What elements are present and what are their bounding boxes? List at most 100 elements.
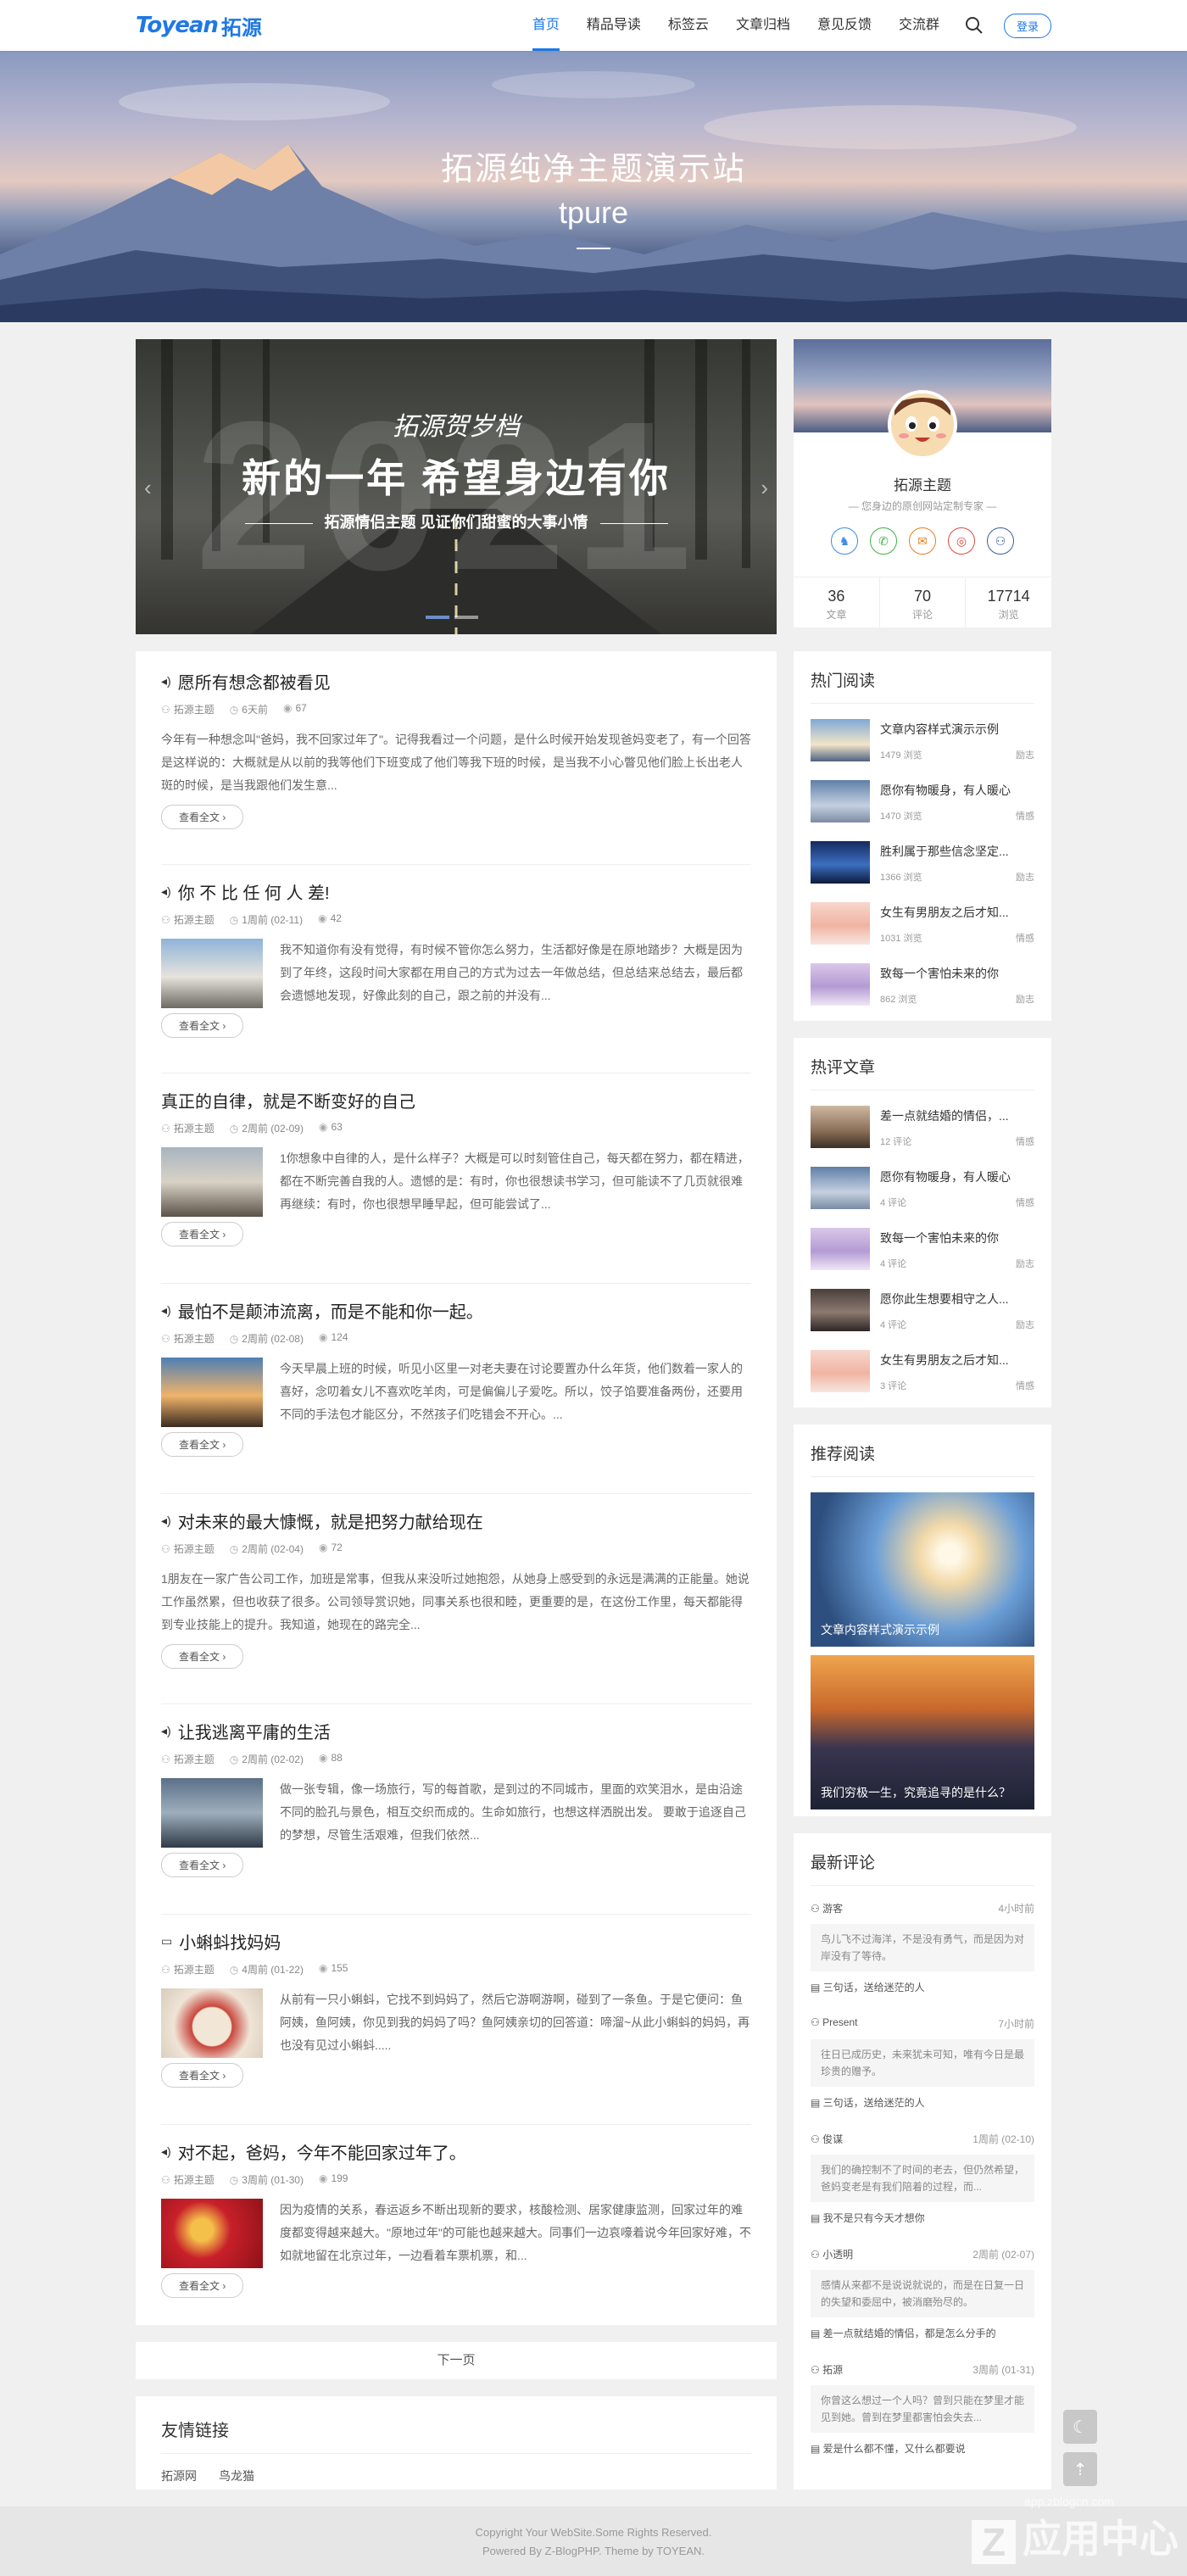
list-item[interactable]: 差一点就结婚的情侣，... 12 评论 情感 (811, 1106, 1034, 1151)
post-views: ◉ 88 (318, 1752, 343, 1764)
post-thumbnail[interactable] (161, 1988, 263, 2058)
comment-post[interactable]: 爱是什么都不懂，又什么都要说 (823, 2443, 966, 2455)
search-icon[interactable] (965, 16, 984, 35)
friend-link[interactable]: 鸟龙猫 (219, 2467, 254, 2484)
recommend-card[interactable]: 文章内容样式演示示例 (811, 1492, 1034, 1647)
friend-link[interactable]: 拓源网 (161, 2467, 197, 2484)
post-icon: ▤ (811, 2443, 823, 2455)
post-excerpt: 从前有一只小蝌蚪，它找不到妈妈了，然后它游啊游啊，碰到了一条鱼。于是它便问：鱼阿… (280, 1993, 750, 2052)
video-icon: ▭ (161, 1933, 173, 1948)
stat-views: 17714 浏览 (987, 588, 1030, 621)
post-thumbnail[interactable] (161, 2199, 263, 2268)
recommend-card[interactable]: 我们穷极一生，究竟追寻的是什么？ (811, 1655, 1034, 1809)
header: Toyean 拓源 首页 精品导读 标签云 文章归档 意见反馈 交流群 登录 (0, 0, 1187, 51)
user-icon: ⚇ (811, 2016, 823, 2028)
list-item[interactable]: 女生有男朋友之后才知... 1031 浏览 情感 (811, 902, 1034, 948)
read-more-button[interactable]: 查看全文 › (161, 805, 244, 829)
item-thumbnail (811, 1289, 870, 1331)
read-more-button[interactable]: 查看全文 › (161, 1644, 244, 1669)
watermark: Zapp.zblogcn.com 应用中心 (972, 2495, 1179, 2564)
post-views: ◉ 124 (318, 1331, 348, 1343)
post-title[interactable]: 对未来的最大慷慨，就是把努力献给现在 (178, 1508, 483, 1533)
next-arrow-icon[interactable]: › (761, 475, 768, 501)
list-item[interactable]: 愿你此生想要相守之人... 4 评论 励志 (811, 1289, 1034, 1335)
comment-text[interactable]: 感情从来都不是说说就说的，而是在日复一日的失望和委屈中，被消磨殆尽的。 (811, 2270, 1034, 2317)
qq-icon[interactable]: ♞ (831, 527, 858, 555)
prev-arrow-icon[interactable]: ‹ (144, 475, 152, 501)
dark-mode-icon[interactable]: ☾ (1063, 2410, 1097, 2444)
avatar[interactable] (888, 390, 957, 460)
comment-text[interactable]: 往日已成历史，未来犹未可知，唯有今日是最珍贵的赠予。 (811, 2039, 1034, 2087)
comment-user: ⚇ 拓源 (811, 2364, 844, 2376)
list-item[interactable]: 致每一个害怕未来的你 4 评论 励志 (811, 1228, 1034, 1274)
post-author: ⚇ 拓源主题 (161, 1964, 215, 1976)
post-title[interactable]: 愿所有想念都被看见 (178, 669, 331, 694)
post-title[interactable]: 真正的自律，就是不断变好的自己 (161, 1088, 415, 1112)
wechat-icon[interactable]: ✆ (870, 527, 897, 555)
item-thumbnail (811, 719, 870, 761)
weibo-icon[interactable]: ◎ (948, 527, 975, 555)
read-more-button[interactable]: 查看全文 › (161, 1853, 244, 1877)
nav-featured[interactable]: 精品导读 (587, 0, 641, 51)
post-time: ◷ 2周前 (02-09) (229, 1123, 304, 1135)
widget-title: 热评文章 (811, 1055, 1034, 1090)
post-time: ◷ 3周前 (01-30) (229, 2174, 304, 2186)
recommend-caption[interactable]: 我们穷极一生，究竟追寻的是什么？ (821, 1784, 1011, 1801)
item-thumbnail (811, 841, 870, 884)
clock-icon: ◷ (229, 704, 239, 716)
comment-text[interactable]: 你曾这么想过一个人吗？曾到只能在梦里才能见到她。曾到在梦里都害怕会失去... (811, 2385, 1034, 2433)
read-more-button[interactable]: 查看全文 › (161, 2063, 244, 2088)
audio-icon: ◂) (161, 884, 171, 898)
post-title[interactable]: 对不起，爸妈，今年不能回家过年了。 (178, 2139, 466, 2164)
email-icon[interactable]: ✉ (909, 527, 936, 555)
carousel-dot-1[interactable] (426, 616, 449, 619)
post-excerpt: 因为疫情的关系，春运返乡不断出现新的要求，核酸检测、居家健康监测，回家过年的难度… (280, 2203, 751, 2262)
list-item[interactable]: 愿你有物暖身，有人暖心 1470 浏览 情感 (811, 780, 1034, 826)
post-title[interactable]: 让我逃离平庸的生活 (178, 1719, 331, 1743)
comment-post[interactable]: 我不是只有今天才想你 (823, 2212, 925, 2224)
comment-post[interactable]: 差一点就结婚的情侣，都是怎么分手的 (823, 2328, 996, 2339)
list-item[interactable]: 致每一个害怕未来的你 862 浏览 励志 (811, 963, 1034, 1009)
post-thumbnail[interactable] (161, 1147, 263, 1217)
site-logo[interactable]: Toyean 拓源 (136, 11, 262, 40)
post-thumbnail[interactable] (161, 939, 263, 1008)
post-title[interactable]: 最怕不是颠沛流离，而是不能和你一起。 (178, 1298, 483, 1323)
nav-tags[interactable]: 标签云 (668, 0, 709, 51)
read-more-button[interactable]: 查看全文 › (161, 1432, 244, 1457)
nav-archive[interactable]: 文章归档 (736, 0, 790, 51)
comment-post[interactable]: 三句话，送给迷茫的人 (823, 1982, 925, 1993)
read-more-button[interactable]: 查看全文 › (161, 2273, 244, 2298)
list-item[interactable]: 胜利属于那些信念坚定... 1366 浏览 励志 (811, 841, 1034, 887)
back-to-top-icon[interactable]: ⇡ (1063, 2452, 1097, 2486)
comment-text[interactable]: 鸟儿飞不过海洋，不是没有勇气，而是因为对岸没有了等待。 (811, 1924, 1034, 1971)
post-thumbnail[interactable] (161, 1778, 263, 1848)
post-title[interactable]: 你 不 比 任 何 人 差! (178, 879, 330, 904)
user-icon: ⚇ (161, 1964, 170, 1976)
clock-icon: ◷ (229, 914, 239, 926)
carousel-dot-2[interactable] (454, 616, 478, 619)
post-item: 真正的自律，就是不断变好的自己 ⚇ 拓源主题 ◷ 2周前 (02-09) ◉ 63 1你想… (161, 1087, 751, 1284)
carousel[interactable]: 2021 拓源贺岁档 新的一年 希望身边有你 拓源情侣主题 见证你们甜蜜的大事小… (136, 339, 777, 634)
list-item[interactable]: 文章内容样式演示示例 1479 浏览 励志 (811, 719, 1034, 765)
read-more-button[interactable]: 查看全文 › (161, 1222, 244, 1246)
profile-stats: 36 文章 70 评论 17714 浏览 (794, 577, 1051, 627)
comment-post[interactable]: 三句话，送给迷茫的人 (823, 2097, 925, 2109)
list-item[interactable]: 女生有男朋友之后才知... 3 评论 情感 (811, 1350, 1034, 1396)
next-page-button[interactable]: 下一页 (136, 2342, 777, 2379)
post-thumbnail[interactable] (161, 1358, 263, 1427)
nav-home[interactable]: 首页 (532, 0, 560, 51)
comment-text[interactable]: 我们的确控制不了时间的老去，但仍然希望，爸妈变老是有我们陪着的过程，而... (811, 2155, 1034, 2202)
nav-group[interactable]: 交流群 (899, 0, 939, 51)
list-item[interactable]: 愿你有物暖身，有人暖心 4 评论 情感 (811, 1167, 1034, 1213)
post-item: ◂) 愿所有想念都被看见 ⚇ 拓源主题 ◷ 6天前 ◉ 67 今年有一种想念叫"爸妈，我不回… (161, 668, 751, 865)
user-card-icon[interactable]: ⚇ (987, 527, 1014, 555)
recommend-widget: 推荐阅读 文章内容样式演示示例 我们穷极一生，究竟追寻的是什么？ (794, 1425, 1051, 1816)
post-time: ◷ 6天前 (229, 704, 268, 716)
post-title[interactable]: 小蝌蚪找妈妈 (179, 1929, 281, 1954)
item-thumbnail (811, 963, 870, 1006)
profile-card: 拓源主题 — 您身边的原创网站定制专家 — ♞ ✆ ✉ ◎ ⚇ 36 文章 70 评… (794, 339, 1051, 627)
read-more-button[interactable]: 查看全文 › (161, 1013, 244, 1038)
login-button[interactable]: 登录 (1003, 13, 1051, 38)
nav-feedback[interactable]: 意见反馈 (817, 0, 872, 51)
recommend-caption[interactable]: 文章内容样式演示示例 (821, 1621, 939, 1638)
